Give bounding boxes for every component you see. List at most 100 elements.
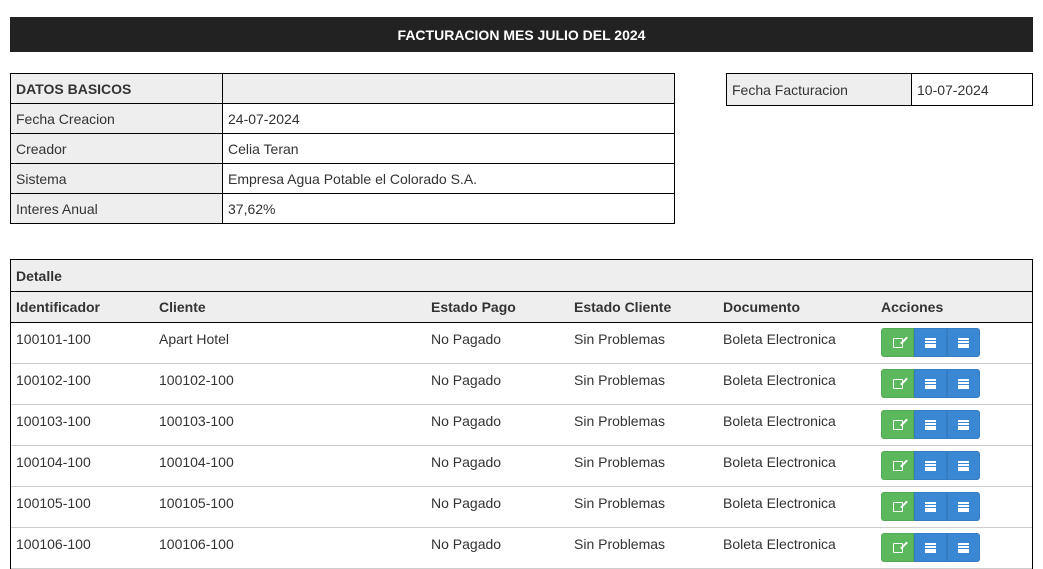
cell-estado-pago: No Pagado xyxy=(431,454,502,470)
edit-button[interactable] xyxy=(881,533,914,562)
edit-button[interactable] xyxy=(881,492,914,521)
list-icon xyxy=(958,420,969,429)
list-button[interactable] xyxy=(914,369,947,398)
cell-acciones xyxy=(876,528,1026,568)
edit-icon xyxy=(892,419,903,430)
page-title: FACTURACION MES JULIO DEL 2024 xyxy=(10,17,1033,52)
list-icon xyxy=(958,338,969,347)
action-button-group xyxy=(881,492,1026,521)
edit-icon xyxy=(892,542,903,553)
edit-icon xyxy=(892,460,903,471)
column-header-cliente: Cliente xyxy=(159,299,206,315)
cell-cliente: 100103-100 xyxy=(159,413,234,429)
cell-estado-cliente: Sin Problemas xyxy=(574,495,666,511)
list-icon xyxy=(958,502,969,511)
cell-estado-cliente: Sin Problemas xyxy=(574,536,666,552)
basic-data-header: DATOS BASICOS xyxy=(10,73,223,104)
cell-acciones xyxy=(876,446,1026,486)
field-label: Fecha Creacion xyxy=(10,103,223,134)
list-button[interactable] xyxy=(947,533,980,562)
cell-documento: Boleta Electronica xyxy=(723,495,836,511)
detail-rows: 100101-100 Apart Hotel No Pagado Sin Pro… xyxy=(11,323,1032,569)
field-label: Creador xyxy=(10,133,223,164)
column-header-acciones: Acciones xyxy=(881,299,944,315)
table-row: 100101-100 Apart Hotel No Pagado Sin Pro… xyxy=(11,323,1032,364)
list-button[interactable] xyxy=(914,451,947,480)
edit-button[interactable] xyxy=(881,328,914,357)
detail-title: Detalle xyxy=(11,260,1032,292)
cell-estado-cliente: Sin Problemas xyxy=(574,372,666,388)
table-row: 100103-100 100103-100 No Pagado Sin Prob… xyxy=(11,405,1032,446)
list-button[interactable] xyxy=(914,410,947,439)
cell-acciones xyxy=(876,487,1026,527)
cell-identificador: 100102-100 xyxy=(16,372,91,388)
basic-data-table: DATOS BASICOS Fecha Creacion 24-07-2024 … xyxy=(10,73,675,224)
list-icon xyxy=(925,420,936,429)
column-header-identificador: Identificador xyxy=(16,299,101,315)
cell-cliente: 100102-100 xyxy=(159,372,234,388)
cell-estado-pago: No Pagado xyxy=(431,372,502,388)
detail-panel: Detalle Identificador Cliente Estado Pag… xyxy=(10,259,1033,569)
table-row: 100102-100 100102-100 No Pagado Sin Prob… xyxy=(11,364,1032,405)
cell-identificador: 100103-100 xyxy=(16,413,91,429)
cell-acciones xyxy=(876,405,1026,445)
cell-estado-pago: No Pagado xyxy=(431,536,502,552)
cell-estado-pago: No Pagado xyxy=(431,331,502,347)
billing-date-table: Fecha Facturacion 10-07-2024 xyxy=(726,73,1033,106)
cell-documento: Boleta Electronica xyxy=(723,413,836,429)
action-button-group xyxy=(881,369,1026,398)
list-button[interactable] xyxy=(947,328,980,357)
list-icon xyxy=(958,543,969,552)
field-label: Interes Anual xyxy=(10,193,223,224)
billing-date-label: Fecha Facturacion xyxy=(726,73,912,106)
action-button-group xyxy=(881,451,1026,480)
list-icon xyxy=(925,543,936,552)
cell-documento: Boleta Electronica xyxy=(723,536,836,552)
edit-icon xyxy=(892,501,903,512)
cell-estado-cliente: Sin Problemas xyxy=(574,454,666,470)
list-button[interactable] xyxy=(947,492,980,521)
cell-identificador: 100101-100 xyxy=(16,331,91,347)
action-button-group xyxy=(881,410,1026,439)
action-button-group xyxy=(881,533,1026,562)
list-button[interactable] xyxy=(947,451,980,480)
edit-button[interactable] xyxy=(881,369,914,398)
list-button[interactable] xyxy=(947,369,980,398)
column-header-estado-cliente: Estado Cliente xyxy=(574,299,672,315)
cell-estado-cliente: Sin Problemas xyxy=(574,413,666,429)
billing-date-value: 10-07-2024 xyxy=(911,73,1033,106)
basic-data-header-empty xyxy=(222,73,675,104)
column-header-estado-pago: Estado Pago xyxy=(431,299,516,315)
list-icon xyxy=(958,461,969,470)
cell-estado-cliente: Sin Problemas xyxy=(574,331,666,347)
cell-identificador: 100105-100 xyxy=(16,495,91,511)
cell-acciones xyxy=(876,364,1026,404)
list-icon xyxy=(925,502,936,511)
cell-acciones xyxy=(876,323,1026,363)
list-button[interactable] xyxy=(914,492,947,521)
field-label: Sistema xyxy=(10,163,223,194)
field-value: 37,62% xyxy=(222,193,675,224)
edit-button[interactable] xyxy=(881,410,914,439)
edit-button[interactable] xyxy=(881,451,914,480)
field-value: Empresa Agua Potable el Colorado S.A. xyxy=(222,163,675,194)
field-value: Celia Teran xyxy=(222,133,675,164)
list-button[interactable] xyxy=(914,328,947,357)
cell-identificador: 100106-100 xyxy=(16,536,91,552)
detail-header-row: Identificador Cliente Estado Pago Estado… xyxy=(11,292,1032,323)
list-button[interactable] xyxy=(914,533,947,562)
field-value: 24-07-2024 xyxy=(222,103,675,134)
cell-identificador: 100104-100 xyxy=(16,454,91,470)
cell-documento: Boleta Electronica xyxy=(723,372,836,388)
list-button[interactable] xyxy=(947,410,980,439)
edit-icon xyxy=(892,378,903,389)
table-row: 100106-100 100106-100 No Pagado Sin Prob… xyxy=(11,528,1032,569)
cell-documento: Boleta Electronica xyxy=(723,331,836,347)
cell-cliente: 100104-100 xyxy=(159,454,234,470)
table-row: 100105-100 100105-100 No Pagado Sin Prob… xyxy=(11,487,1032,528)
list-icon xyxy=(958,379,969,388)
cell-cliente: 100106-100 xyxy=(159,536,234,552)
list-icon xyxy=(925,461,936,470)
cell-estado-pago: No Pagado xyxy=(431,495,502,511)
list-icon xyxy=(925,379,936,388)
